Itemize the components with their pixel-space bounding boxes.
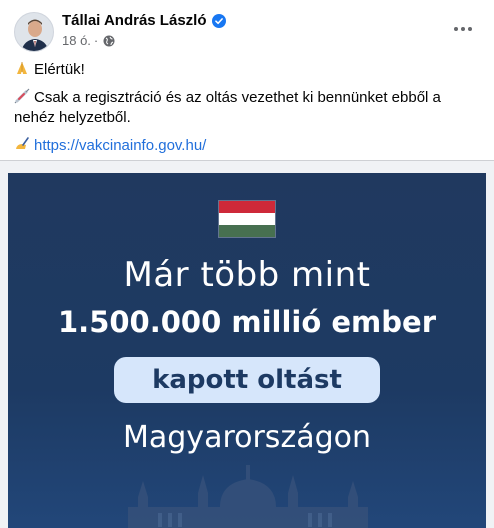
post-line-1-text: Elértük! [34,61,85,78]
post-text: Elértük! Csak a regisztráció és az oltás… [14,60,484,164]
post-line-2-text: Csak a regisztráció és az oltás vezethet… [14,89,441,126]
flag-stripe-red [219,201,275,213]
flag-stripe-green [219,224,275,237]
vakcinainfo-link[interactable]: https://vakcinainfo.gov.hu/ [34,137,206,154]
avatar-portrait [15,13,53,51]
verified-badge-icon [211,13,226,28]
globe-privacy-icon[interactable] [103,35,115,47]
post-image-container[interactable]: Már több mint 1.500.000 millió ember kap… [0,161,494,528]
folded-hands-emoji-icon [17,62,27,74]
post-line-3: https://vakcinainfo.gov.hu/ [14,136,484,156]
parliament-skyline [128,465,368,528]
post-time[interactable]: 18 ó. [62,33,91,48]
ellipsis-icon [454,27,472,31]
flag-stripe-white [219,212,275,225]
meta-separator: · [93,33,99,48]
graphic-pill: kapott oltást [114,357,380,403]
author-name[interactable]: Tállai András László [62,12,226,29]
hungarian-flag [218,200,276,238]
post-meta: 18 ó. · [62,33,115,48]
graphic-line-3: kapott oltást [152,365,342,395]
vaccination-graphic[interactable]: Már több mint 1.500.000 millió ember kap… [8,173,486,528]
more-options-button[interactable] [446,16,480,42]
graphic-line-2: 1.500.000 millió ember [58,305,436,339]
post-header: Tállai András László 18 ó. · [0,0,494,60]
graphic-line-1: Már több mint [123,255,371,295]
author-avatar[interactable] [14,12,54,52]
writing-hand-emoji-icon [16,137,29,149]
syringe-emoji-icon [14,88,30,104]
graphic-line-4: Magyarországon [123,420,371,455]
post-line-1: Elértük! [14,60,484,80]
author-name-text[interactable]: Tállai András László [62,12,207,29]
post-line-2: Csak a regisztráció és az oltás vezethet… [14,88,484,128]
